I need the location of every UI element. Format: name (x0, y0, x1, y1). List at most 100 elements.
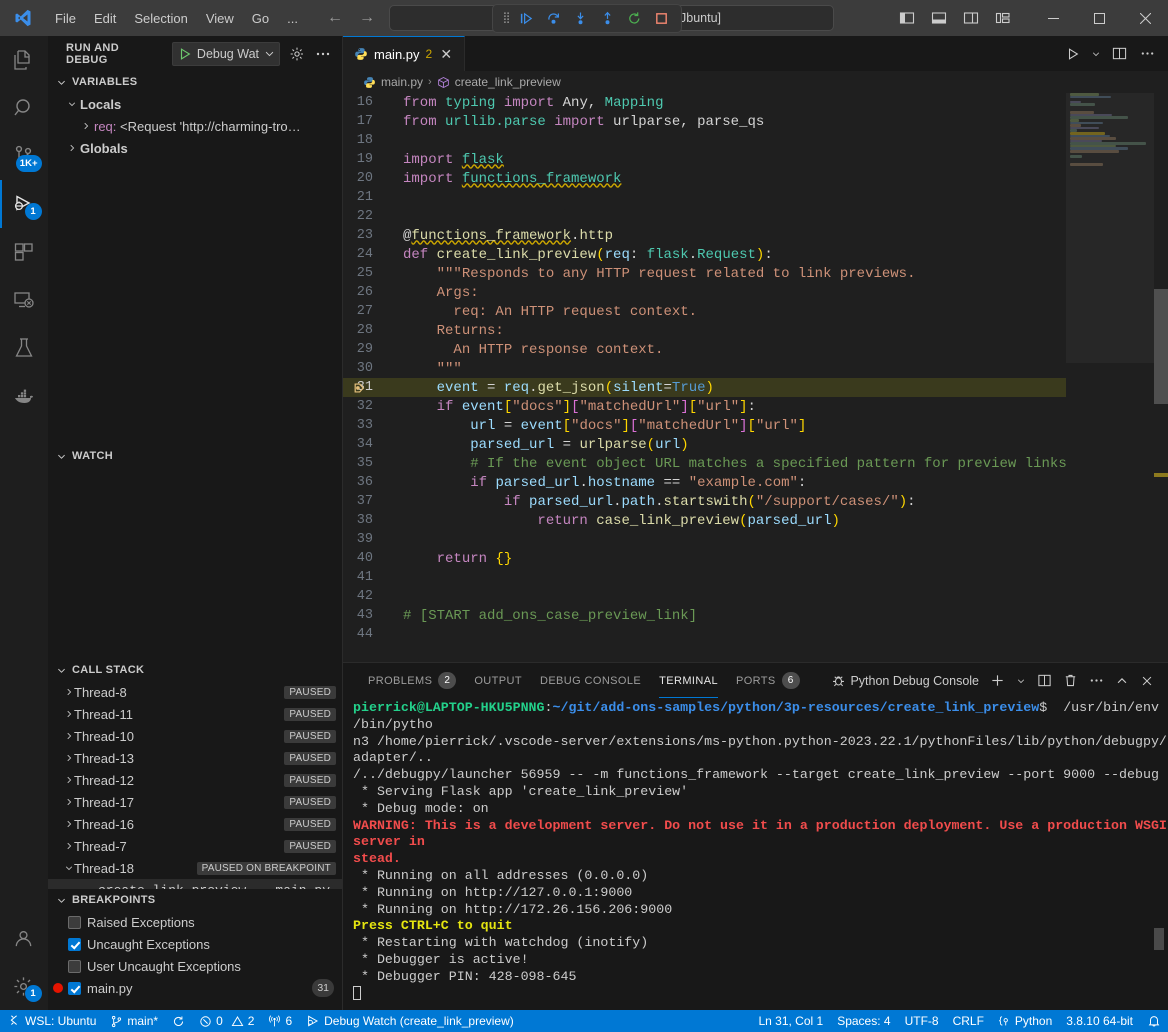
breakpoint-checkbox[interactable] (68, 960, 81, 973)
code-line[interactable]: 40 return {} (343, 549, 1066, 568)
menu-more[interactable]: ... (278, 7, 307, 30)
callstack-thread[interactable]: Thread-17PAUSED (48, 791, 342, 813)
status-encoding[interactable]: UTF-8 (898, 1010, 946, 1032)
code-line[interactable]: 30 """ (343, 359, 1066, 378)
breadcrumb-file[interactable]: main.py (381, 75, 423, 89)
code-line[interactable]: 44 (343, 625, 1066, 644)
callstack-thread[interactable]: Thread-12PAUSED (48, 769, 342, 791)
section-header-callstack[interactable]: CALL STACK (48, 659, 342, 681)
terminal-output[interactable]: pierrick@LAPTOP-HKU5PNNG:~/git/add-ons-s… (343, 698, 1168, 1010)
toggle-panel-icon[interactable] (924, 3, 954, 33)
debug-step-into-button[interactable] (567, 7, 594, 30)
variable-req[interactable]: req: <Request 'http://charming-tro… (48, 115, 342, 137)
tab-problems[interactable]: PROBLEMS 2 (359, 663, 465, 698)
callstack-thread[interactable]: Thread-10PAUSED (48, 725, 342, 747)
go-back-icon[interactable]: ← (327, 9, 343, 27)
section-header-breakpoints[interactable]: BREAKPOINTS (48, 889, 342, 911)
code-line[interactable]: 25 """Responds to any HTTP request relat… (343, 264, 1066, 283)
code-line[interactable]: 31 event = req.get_json(silent=True) (343, 378, 1066, 397)
debug-continue-button[interactable] (513, 7, 540, 30)
breakpoint-arrow-icon[interactable] (353, 381, 367, 395)
callstack-thread[interactable]: Thread-16PAUSED (48, 813, 342, 835)
code-line[interactable]: 33 url = event["docs"]["matchedUrl"]["ur… (343, 416, 1066, 435)
tab-main-py[interactable]: main.py 2 ✕ (343, 36, 465, 71)
code-line[interactable]: 23@functions_framework.http (343, 226, 1066, 245)
menu-file[interactable]: File (46, 7, 85, 30)
code-line[interactable]: 32 if event["docs"]["matchedUrl"]["url"]… (343, 397, 1066, 416)
minimize-button[interactable] (1030, 0, 1076, 36)
chevron-down-icon[interactable] (1012, 669, 1030, 693)
status-editor-position[interactable]: Ln 31, Col 1 (751, 1010, 830, 1032)
run-python-file-icon[interactable] (1060, 39, 1086, 69)
debug-configuration-select[interactable]: Debug Wat (172, 42, 280, 66)
code-line[interactable]: 35 # If the event object URL matches a s… (343, 454, 1066, 473)
code-line[interactable]: 26 Args: (343, 283, 1066, 302)
menu-edit[interactable]: Edit (85, 7, 125, 30)
panel-more-actions-icon[interactable] (1085, 669, 1108, 693)
activity-explorer[interactable] (0, 36, 48, 84)
tab-debug-console[interactable]: DEBUG CONSOLE (531, 663, 650, 698)
callstack-thread[interactable]: Thread-13PAUSED (48, 747, 342, 769)
menu-view[interactable]: View (197, 7, 243, 30)
breakpoint-checkbox[interactable] (68, 938, 81, 951)
code-line[interactable]: 18 (343, 131, 1066, 150)
close-button[interactable] (1122, 0, 1168, 36)
code-line[interactable]: 28 Returns: (343, 321, 1066, 340)
variables-scope-globals[interactable]: Globals (48, 137, 342, 159)
callstack-thread[interactable]: Thread-18PAUSED ON BREAKPOINT (48, 857, 342, 879)
drag-handle-icon[interactable]: ⣿ (499, 15, 513, 22)
breakpoint-item[interactable]: User Uncaught Exceptions (48, 955, 342, 977)
status-remote-indicator[interactable]: WSL: Ubuntu (0, 1010, 103, 1032)
toggle-secondary-sidebar-icon[interactable] (956, 3, 986, 33)
status-git-branch[interactable]: main* (103, 1010, 165, 1032)
activity-accounts[interactable] (0, 914, 48, 962)
code-line[interactable]: 42 (343, 587, 1066, 606)
status-language-mode[interactable]: Python (991, 1010, 1059, 1032)
status-problems[interactable]: 0 2 (192, 1010, 261, 1032)
code-lines[interactable]: 16from typing import Any, Mapping17from … (343, 93, 1066, 662)
debug-restart-button[interactable] (621, 7, 648, 30)
split-terminal-icon[interactable] (1033, 669, 1056, 693)
callstack-thread[interactable]: Thread-7PAUSED (48, 835, 342, 857)
open-debug-settings-icon[interactable] (286, 43, 308, 65)
debug-step-out-button[interactable] (594, 7, 621, 30)
activity-docker[interactable] (0, 372, 48, 420)
callstack-frame[interactable]: create_link_previewmain.py (48, 879, 342, 889)
variables-scope-locals[interactable]: Locals (48, 93, 342, 115)
breakpoint-item[interactable]: main.py31 (48, 977, 342, 999)
debug-step-over-button[interactable] (540, 7, 567, 30)
activity-testing[interactable] (0, 324, 48, 372)
scrollbar-thumb[interactable] (1154, 289, 1168, 404)
breakpoint-item[interactable]: Uncaught Exceptions (48, 933, 342, 955)
new-terminal-icon[interactable] (986, 669, 1009, 693)
code-line[interactable]: 24def create_link_preview(req: flask.Req… (343, 245, 1066, 264)
breakpoint-item[interactable]: Raised Exceptions (48, 911, 342, 933)
section-header-variables[interactable]: VARIABLES (48, 71, 342, 93)
breakpoint-checkbox[interactable] (68, 982, 81, 995)
code-line[interactable]: 17from urllib.parse import urlparse, par… (343, 112, 1066, 131)
tab-terminal[interactable]: TERMINAL (650, 663, 727, 698)
status-debug-session[interactable]: Debug Watch (create_link_preview) (299, 1010, 521, 1032)
code-line[interactable]: 38 return case_link_preview(parsed_url) (343, 511, 1066, 530)
status-ports-forwarded[interactable]: 6 (261, 1010, 299, 1032)
breadcrumb-symbol[interactable]: create_link_preview (455, 75, 561, 89)
section-header-watch[interactable]: WATCH (48, 445, 342, 467)
status-indentation[interactable]: Spaces: 4 (830, 1010, 897, 1032)
code-line[interactable]: 34 parsed_url = urlparse(url) (343, 435, 1066, 454)
go-forward-icon[interactable]: → (359, 9, 375, 27)
toggle-primary-sidebar-icon[interactable] (892, 3, 922, 33)
callstack-thread[interactable]: Thread-8PAUSED (48, 681, 342, 703)
debug-stop-button[interactable] (648, 7, 675, 30)
code-line[interactable]: 22 (343, 207, 1066, 226)
minimap[interactable] (1066, 93, 1154, 662)
breakpoint-checkbox[interactable] (68, 916, 81, 929)
customize-layout-icon[interactable] (988, 3, 1018, 33)
code-line[interactable]: 21 (343, 188, 1066, 207)
code-line[interactable]: 20import functions_framework (343, 169, 1066, 188)
status-sync-changes[interactable] (165, 1010, 192, 1032)
maximize-button[interactable] (1076, 0, 1122, 36)
maximize-panel-icon[interactable] (1111, 669, 1133, 693)
tab-ports[interactable]: PORTS 6 (727, 663, 809, 698)
terminal-scrollbar-thumb[interactable] (1154, 928, 1164, 950)
code-line[interactable]: 19import flask (343, 150, 1066, 169)
